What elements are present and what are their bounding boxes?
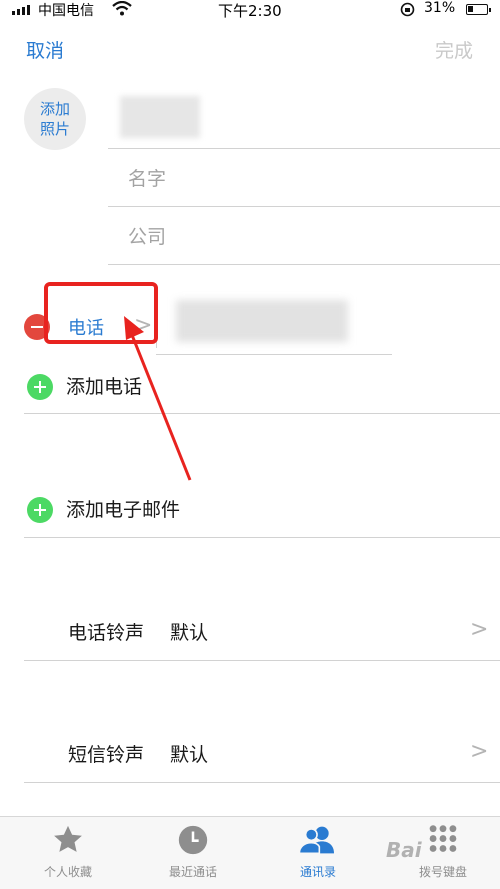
ringtone-label: 电话铃声: [68, 622, 145, 644]
chevron-right-icon: >: [470, 617, 489, 642]
star-icon: [51, 823, 85, 861]
status-bar: 中国电信 下午2:30 31%: [0, 0, 500, 22]
sms-tone-label: 短信铃声: [68, 744, 145, 766]
clock-time: 下午2:30: [218, 2, 282, 20]
divider: [108, 206, 500, 207]
divider: [24, 782, 500, 783]
divider: [24, 413, 500, 414]
annotation-arrow-icon: [124, 316, 192, 481]
sms-tone-row[interactable]: 短信铃声 默认 >: [0, 722, 500, 780]
tab-label: 通讯录: [299, 865, 336, 879]
tab-favorites[interactable]: 个人收藏: [18, 817, 118, 889]
sms-tone-value: 默认: [170, 744, 209, 766]
keypad-icon: [426, 823, 460, 861]
chevron-right-icon: >: [470, 739, 489, 764]
company-field[interactable]: 公司: [128, 222, 166, 249]
done-button[interactable]: 完成: [435, 36, 473, 63]
add-email-plus-icon[interactable]: [27, 497, 53, 523]
battery-percentage: 31%: [424, 0, 456, 16]
carrier-name: 中国电信: [38, 3, 94, 19]
clock-icon: [176, 823, 210, 861]
ringtone-row[interactable]: 电话铃声 默认 >: [0, 600, 500, 658]
divider: [24, 537, 500, 538]
battery-icon: [466, 4, 491, 15]
divider: [108, 264, 500, 265]
tab-label: 最近通话: [168, 865, 217, 879]
ringtone-value: 默认: [170, 622, 209, 644]
tab-contacts[interactable]: 通讯录: [268, 817, 368, 889]
wifi-icon: [112, 0, 132, 20]
signal-icon: [12, 5, 30, 15]
contacts-icon: [298, 823, 338, 861]
name-field[interactable]: 名字: [128, 164, 166, 191]
tab-recents[interactable]: 最近通话: [143, 817, 243, 889]
watermark-text: Bai: [386, 838, 422, 862]
rotation-lock-icon: [400, 2, 415, 21]
add-phone-plus-icon[interactable]: [27, 374, 53, 400]
cancel-button[interactable]: 取消: [26, 36, 64, 63]
add-photo-line1: 添加: [39, 100, 70, 118]
redacted-name: [120, 96, 200, 138]
divider: [108, 148, 500, 149]
add-photo-line2: 照片: [39, 120, 70, 138]
add-email-button[interactable]: 添加电子邮件: [66, 495, 180, 522]
add-photo-label: 添加 照片: [35, 99, 75, 139]
tab-bar: 个人收藏 最近通话 通讯录 拨号键盘: [0, 816, 500, 889]
tab-label: 个人收藏: [43, 865, 92, 879]
add-photo-button[interactable]: 添加 照片: [24, 88, 86, 150]
divider: [24, 660, 500, 661]
tab-label: 拨号键盘: [418, 865, 467, 879]
